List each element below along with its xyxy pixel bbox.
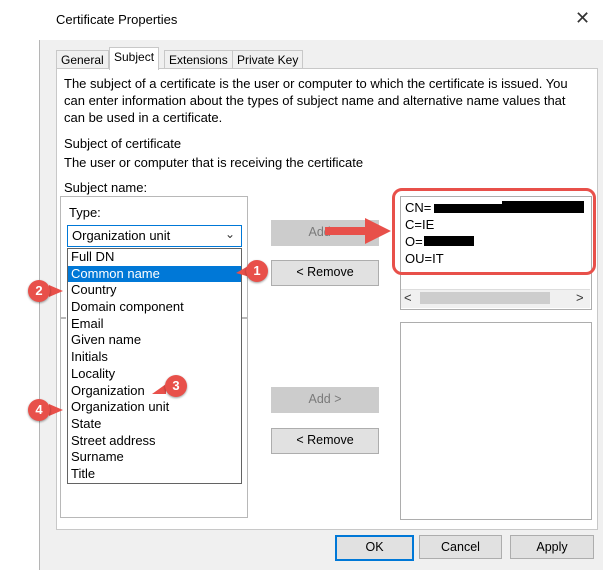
option-initials[interactable]: Initials [68,349,241,366]
annotation-badge-3: 3 [165,375,187,397]
annotation-badge-1: 1 [246,260,268,282]
option-state[interactable]: State [68,416,241,433]
scrollbar-thumb[interactable] [420,292,550,304]
option-given-name[interactable]: Given name [68,332,241,349]
tab-private-key[interactable]: Private Key [232,50,304,69]
type-combobox[interactable]: Organization unit ⌄ [67,225,242,247]
type-label: Type: [69,205,101,220]
subject-heading: Subject of certificate [64,136,182,151]
tab-subject[interactable]: Subject [109,47,160,70]
subject-description: The user or computer that is receiving t… [64,155,364,170]
annotation-badge-2: 2 [28,280,50,302]
option-locality[interactable]: Locality [68,366,241,383]
chevron-down-icon: ⌄ [224,227,235,241]
type-selected-value: Organization unit [72,228,171,243]
ok-button[interactable]: OK [335,535,414,561]
alternative-values-list[interactable] [400,322,592,520]
annotation-badge-4: 4 [28,399,50,421]
intro-line-2: can enter information about the types of… [64,93,566,108]
annotation-arrow-icon [325,218,391,244]
option-surname[interactable]: Surname [68,449,241,466]
add-alternative-button[interactable]: Add > [271,387,379,413]
option-title[interactable]: Title [68,466,241,483]
cancel-button[interactable]: Cancel [419,535,502,559]
option-full-dn[interactable]: Full DN [68,249,241,266]
apply-button[interactable]: Apply [510,535,594,559]
tab-extensions[interactable]: Extensions [164,50,233,69]
option-domain-component[interactable]: Domain component [68,299,241,316]
scroll-right-icon[interactable]: > [576,290,584,305]
remove-alternative-button[interactable]: < Remove [271,428,379,454]
scroll-left-icon[interactable]: < [404,290,412,305]
option-organization-unit[interactable]: Organization unit [68,399,241,416]
intro-line-1: The subject of a certificate is the user… [64,76,568,91]
option-country[interactable]: Country [68,282,241,299]
badge-4-pointer-icon [49,404,63,416]
badge-3-pointer-icon [152,384,166,394]
option-email[interactable]: Email [68,316,241,333]
type-dropdown-list[interactable]: Full DN Common name Country Domain compo… [67,248,242,484]
window-title: Certificate Properties [56,12,178,27]
subject-name-label: Subject name: [64,180,148,195]
close-icon[interactable]: ✕ [575,9,590,27]
option-common-name[interactable]: Common name [68,265,241,283]
tab-general[interactable]: General [56,50,109,69]
annotation-highlight-box [392,188,596,275]
intro-line-3: can be used in a certificate. [64,110,223,125]
badge-2-pointer-icon [49,285,63,297]
option-street-address[interactable]: Street address [68,433,241,450]
remove-subject-button[interactable]: < Remove [271,260,379,286]
